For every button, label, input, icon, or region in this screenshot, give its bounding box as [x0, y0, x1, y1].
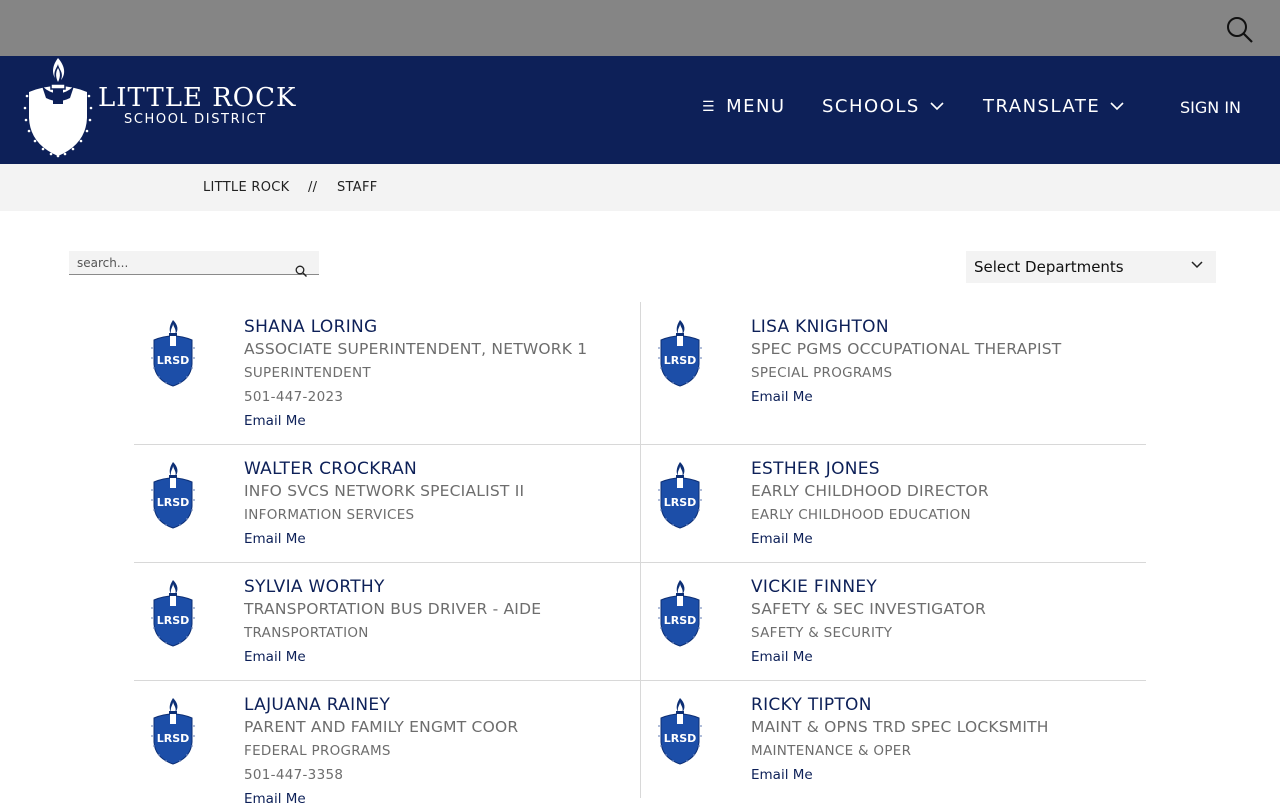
avatar-label: LRSD [157, 732, 190, 745]
site-header: LITTLE ROCK SCHOOL DISTRICT ☰ MENU SCHOO… [0, 56, 1280, 164]
staff-search-input[interactable] [77, 254, 287, 272]
breadcrumb-home-link[interactable]: LITTLE ROCK [203, 180, 290, 195]
search-icon[interactable] [295, 265, 307, 277]
staff-name: WALTER CROCKRAN [244, 459, 418, 479]
avatar-label: LRSD [664, 732, 697, 745]
staff-name: VICKIE FINNEY [751, 577, 878, 597]
staff-department: SUPERINTENDENT [244, 365, 371, 381]
staff-department: MAINTENANCE & OPER [751, 743, 912, 759]
staff-title: EARLY CHILDHOOD DIRECTOR [751, 482, 989, 500]
row-divider [134, 562, 1146, 563]
staff-title: SPEC PGMS OCCUPATIONAL THERAPIST [751, 340, 1062, 358]
avatar-label: LRSD [157, 614, 190, 627]
staff-name: SYLVIA WORTHY [244, 577, 385, 597]
nav-menu-button[interactable]: ☰ MENU [702, 96, 786, 117]
utility-bar [0, 0, 1280, 56]
avatar-label: LRSD [664, 614, 697, 627]
email-me-link[interactable]: Email Me [751, 645, 813, 669]
staff-card: LRSD SYLVIA WORTHY TRANSPORTATION BUS DRIV… [134, 562, 640, 680]
email-me-link[interactable]: Email Me [244, 645, 306, 669]
breadcrumb: LITTLE ROCK // STAFF [0, 164, 1280, 211]
staff-card: LRSD WALTER CROCKRAN INFO SVCS NETWORK SPE… [134, 444, 640, 562]
chevron-down-icon [930, 102, 944, 111]
chevron-down-icon [1110, 102, 1124, 111]
staff-card: LRSD LAJUANA RAINEY PARENT AND FAMILY ENGM… [134, 680, 640, 807]
staff-card: LRSD VICKIE FINNEY SAFETY & SEC INVESTIGAT… [640, 562, 1146, 680]
staff-title: SAFETY & SEC INVESTIGATOR [751, 600, 986, 618]
email-me-link[interactable]: Email Me [751, 763, 813, 787]
avatar-label: LRSD [157, 496, 190, 509]
lrsd-avatar-icon: LRSD [150, 460, 196, 530]
row-divider [134, 680, 1146, 681]
email-me-link[interactable]: Email Me [244, 787, 306, 811]
staff-department: TRANSPORTATION [244, 625, 369, 641]
staff-card: LRSD LISA KNIGHTON SPEC PGMS OCCUPATIONAL … [640, 302, 1146, 444]
staff-name: SHANA LORING [244, 317, 378, 337]
lrsd-avatar-icon: LRSD [657, 460, 703, 530]
department-select-label: Select Departments [974, 258, 1124, 276]
nav-schools-dropdown[interactable]: SCHOOLS [822, 96, 944, 117]
lrsd-avatar-icon: LRSD [150, 696, 196, 766]
lrsd-avatar-icon: LRSD [657, 696, 703, 766]
email-me-link[interactable]: Email Me [244, 527, 306, 551]
staff-title: TRANSPORTATION BUS DRIVER - AIDE [244, 600, 542, 618]
staff-name: RICKY TIPTON [751, 695, 872, 715]
staff-department: SPECIAL PROGRAMS [751, 365, 893, 381]
staff-title: PARENT AND FAMILY ENGMT COOR [244, 718, 519, 736]
staff-phone: 501-447-3358 [244, 767, 344, 783]
department-select[interactable]: Select Departments [966, 251, 1216, 283]
lrsd-avatar-icon: LRSD [150, 318, 196, 388]
staff-card: LRSD RICKY TIPTON MAINT & OPNS TRD SPEC LO… [640, 680, 1146, 798]
staff-search [69, 251, 319, 277]
breadcrumb-separator: // [308, 180, 318, 195]
nav-menu-label: MENU [726, 96, 786, 117]
email-me-link[interactable]: Email Me [244, 409, 306, 433]
staff-name: LAJUANA RAINEY [244, 695, 391, 715]
email-me-link[interactable]: Email Me [751, 527, 813, 551]
staff-card: LRSD SHANA LORING ASSOCIATE SUPERINTENDENT… [134, 302, 640, 444]
staff-title: MAINT & OPNS TRD SPEC LOCKSMITH [751, 718, 1049, 736]
row-divider [134, 444, 1146, 445]
logo-name: LITTLE ROCK [98, 83, 297, 113]
avatar-label: LRSD [664, 354, 697, 367]
staff-name: LISA KNIGHTON [751, 317, 889, 337]
logo-subtitle: SCHOOL DISTRICT [124, 112, 267, 127]
district-logo[interactable]: LITTLE ROCK SCHOOL DISTRICT [22, 56, 312, 160]
avatar-label: LRSD [664, 496, 697, 509]
avatar-label: LRSD [157, 354, 190, 367]
search-icon[interactable] [1226, 16, 1254, 44]
staff-name: ESTHER JONES [751, 459, 880, 479]
staff-card: LRSD ESTHER JONES EARLY CHILDHOOD DIRECTOR… [640, 444, 1146, 562]
lrsd-avatar-icon: LRSD [657, 578, 703, 648]
staff-department: EARLY CHILDHOOD EDUCATION [751, 507, 971, 523]
staff-department: SAFETY & SECURITY [751, 625, 893, 641]
email-me-link[interactable]: Email Me [751, 385, 813, 409]
nav-translate-dropdown[interactable]: TRANSLATE [983, 96, 1124, 117]
staff-department: INFORMATION SERVICES [244, 507, 415, 523]
torch-shield-logo-icon [23, 58, 93, 158]
nav-translate-label: TRANSLATE [983, 96, 1101, 117]
sign-in-link[interactable]: SIGN IN [1180, 98, 1241, 117]
staff-title: ASSOCIATE SUPERINTENDENT, NETWORK 1 [244, 340, 588, 358]
chevron-down-icon [1191, 261, 1203, 269]
staff-department: FEDERAL PROGRAMS [244, 743, 391, 759]
breadcrumb-current: STAFF [337, 180, 378, 195]
staff-phone: 501-447-2023 [244, 389, 344, 405]
hamburger-icon: ☰ [702, 98, 717, 115]
lrsd-avatar-icon: LRSD [657, 318, 703, 388]
lrsd-avatar-icon: LRSD [150, 578, 196, 648]
nav-schools-label: SCHOOLS [822, 96, 920, 117]
staff-title: INFO SVCS NETWORK SPECIALIST II [244, 482, 525, 500]
